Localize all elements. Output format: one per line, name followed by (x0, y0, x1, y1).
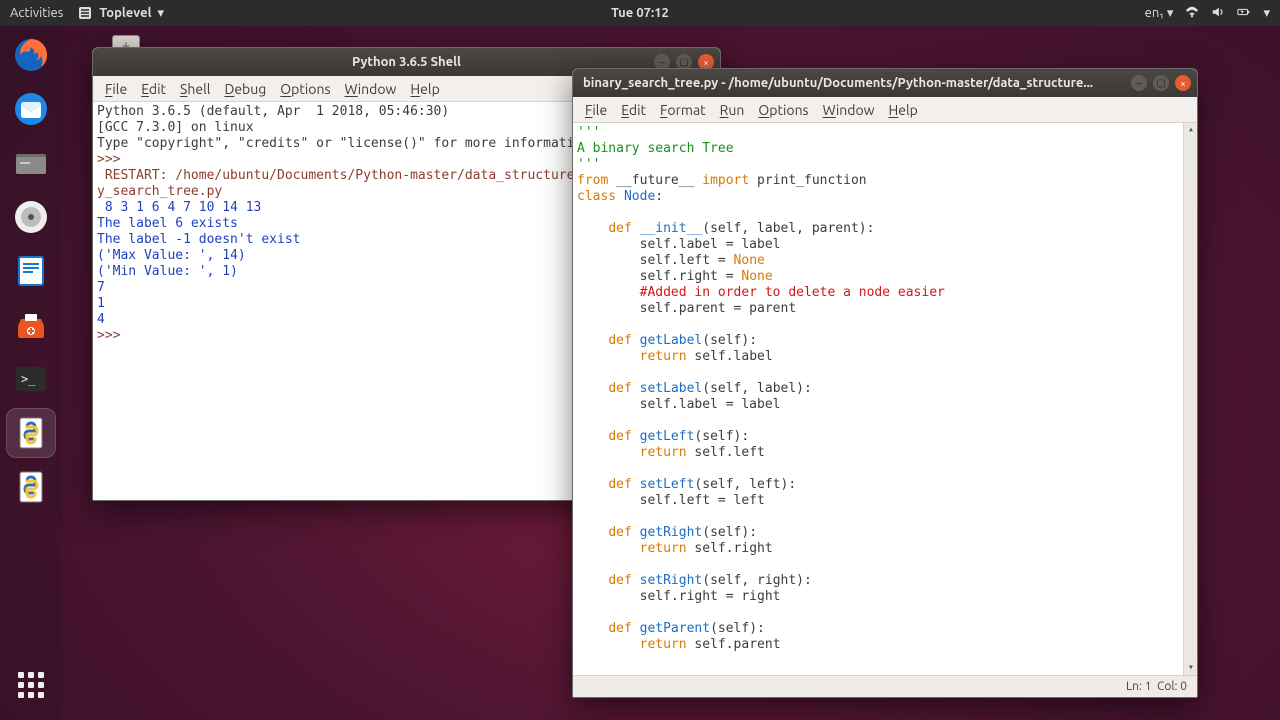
code-line: from __future__ import print_function (577, 173, 1193, 189)
code-line: ''' (577, 157, 1193, 173)
code-line: def getLabel(self): (577, 333, 1193, 349)
code-line: def getParent(self): (577, 621, 1193, 637)
menu-edit[interactable]: Edit (621, 102, 646, 118)
firefox-icon[interactable] (6, 30, 56, 80)
code-line: def setLeft(self, left): (577, 477, 1193, 493)
editor-title: binary_search_tree.py - /home/ubuntu/Doc… (583, 76, 1093, 90)
terminal-icon[interactable]: >_ (6, 354, 56, 404)
code-line: self.left = left (577, 493, 1193, 509)
code-line: def setLabel(self, label): (577, 381, 1193, 397)
app-menu[interactable]: Toplevel ▾ (77, 5, 164, 21)
scroll-up-icon[interactable]: ▴ (1184, 123, 1197, 137)
code-line: def setRight(self, right): (577, 573, 1193, 589)
app-menu-icon (77, 5, 93, 21)
editor-window: binary_search_tree.py - /home/ubuntu/Doc… (572, 68, 1198, 698)
menu-help[interactable]: Help (410, 81, 439, 97)
menu-window[interactable]: Window (345, 81, 397, 97)
code-line: return self.left (577, 445, 1193, 461)
writer-icon[interactable] (6, 246, 56, 296)
code-line (577, 205, 1193, 221)
menu-edit[interactable]: Edit (141, 81, 166, 97)
code-line: class Node: (577, 189, 1193, 205)
code-line: def __init__(self, label, parent): (577, 221, 1193, 237)
ubuntu-dock: >_ (0, 26, 62, 720)
menu-format[interactable]: Format (660, 102, 706, 118)
close-button[interactable]: × (1175, 75, 1191, 91)
network-icon[interactable] (1185, 5, 1199, 22)
code-line (577, 365, 1193, 381)
scroll-down-icon[interactable]: ▾ (1184, 661, 1197, 675)
chevron-down-icon: ▾ (158, 6, 165, 21)
software-center-icon[interactable] (6, 300, 56, 350)
code-line: def getLeft(self): (577, 429, 1193, 445)
shell-title: Python 3.6.5 Shell (352, 55, 461, 69)
code-line: self.left = None (577, 253, 1193, 269)
menu-file[interactable]: File (585, 102, 607, 118)
code-line: def getRight(self): (577, 525, 1193, 541)
code-line: self.label = label (577, 397, 1193, 413)
python-file-icon[interactable] (6, 408, 56, 458)
code-line: #Added in order to delete a node easier (577, 285, 1193, 301)
code-line: self.parent = parent (577, 301, 1193, 317)
code-line: return self.right (577, 541, 1193, 557)
python-file-icon[interactable] (6, 462, 56, 512)
code-line (577, 557, 1193, 573)
menu-run[interactable]: Run (720, 102, 745, 118)
clock[interactable]: Tue 07:12 (611, 6, 669, 20)
code-line (577, 461, 1193, 477)
minimize-button[interactable]: – (1131, 75, 1147, 91)
system-menu-chevron-icon[interactable]: ▾ (1263, 6, 1270, 21)
code-line (577, 509, 1193, 525)
status-line: Ln: 1 (1126, 680, 1151, 693)
maximize-button[interactable]: ▢ (1153, 75, 1169, 91)
code-line (577, 413, 1193, 429)
rhythmbox-icon[interactable] (6, 192, 56, 242)
code-line: self.label = label (577, 237, 1193, 253)
menu-options[interactable]: Options (758, 102, 808, 118)
code-line (577, 605, 1193, 621)
menu-file[interactable]: File (105, 81, 127, 97)
code-line: return self.parent (577, 637, 1193, 653)
gnome-top-bar: Activities Toplevel ▾ Tue 07:12 en₁ ▾ ▾ (0, 0, 1280, 26)
code-line: ''' (577, 125, 1193, 141)
code-line: self.right = right (577, 589, 1193, 605)
activities-button[interactable]: Activities (10, 6, 63, 20)
show-applications-button[interactable] (6, 660, 56, 710)
editor-statusbar: Ln: 1 Col: 0 (573, 675, 1197, 697)
menu-shell[interactable]: Shell (180, 81, 210, 97)
menu-help[interactable]: Help (889, 102, 918, 118)
menu-debug[interactable]: Debug (224, 81, 266, 97)
files-icon[interactable] (6, 138, 56, 188)
keyboard-layout-indicator[interactable]: en₁ ▾ (1145, 6, 1174, 21)
code-line: self.right = None (577, 269, 1193, 285)
editor-titlebar[interactable]: binary_search_tree.py - /home/ubuntu/Doc… (573, 69, 1197, 97)
editor-menubar: File Edit Format Run Options Window Help (573, 97, 1197, 123)
code-line: return self.label (577, 349, 1193, 365)
status-col: Col: 0 (1157, 680, 1187, 693)
battery-icon[interactable] (1237, 5, 1251, 22)
code-line: A binary search Tree (577, 141, 1193, 157)
svg-text:>_: >_ (21, 372, 36, 386)
code-line (577, 317, 1193, 333)
volume-icon[interactable] (1211, 5, 1225, 22)
editor-content[interactable]: '''A binary search Tree'''from __future_… (573, 123, 1197, 675)
editor-scrollbar[interactable]: ▴ ▾ (1183, 123, 1197, 675)
menu-options[interactable]: Options (280, 81, 330, 97)
thunderbird-icon[interactable] (6, 84, 56, 134)
menu-window[interactable]: Window (823, 102, 875, 118)
